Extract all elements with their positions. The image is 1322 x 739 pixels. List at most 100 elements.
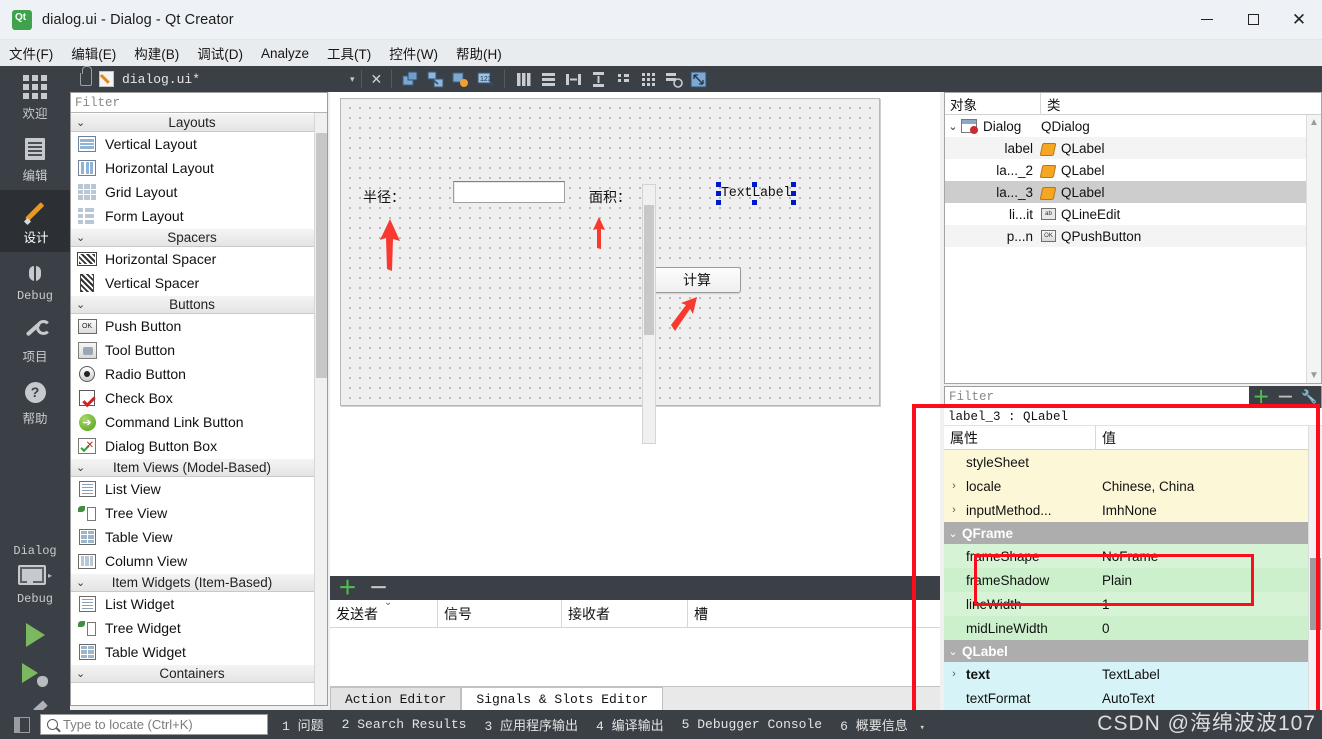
pane-issues[interactable]: 1 问题 xyxy=(282,715,324,734)
property-row-frameshape[interactable]: frameShape NoFrame xyxy=(944,544,1322,568)
property-value[interactable]: ImhNone xyxy=(1096,498,1322,522)
chevron-right-icon[interactable]: › xyxy=(946,480,962,492)
widget-item-tree-widget[interactable]: Tree Widget xyxy=(71,616,327,640)
edit-buddies-icon[interactable] xyxy=(451,70,470,89)
widget-item-form-layout[interactable]: Form Layout xyxy=(71,204,327,228)
object-inspector-scrollbar[interactable]: ▲ ▼ xyxy=(1306,115,1321,383)
widget-item-push-button[interactable]: OK Push Button xyxy=(71,314,327,338)
widget-group-item-widgets[interactable]: ⌄ Item Widgets (Item-Based) xyxy=(71,573,327,592)
object-row-dialog[interactable]: ⌄ Dialog QDialog xyxy=(945,115,1321,137)
property-group-qframe[interactable]: ⌄ QFrame xyxy=(944,522,1322,544)
property-row-stylesheet[interactable]: styleSheet xyxy=(944,450,1322,474)
property-value[interactable]: NoFrame xyxy=(1096,544,1322,568)
edit-widgets-icon[interactable] xyxy=(401,70,420,89)
menu-analyze[interactable]: Analyze xyxy=(252,43,318,64)
selection-handle[interactable] xyxy=(752,182,757,187)
property-row-text[interactable]: › text TextLabel xyxy=(944,662,1322,686)
layout-horizontal-icon[interactable] xyxy=(514,70,533,89)
property-row-textformat[interactable]: textFormat AutoText xyxy=(944,686,1322,710)
property-value[interactable]: TextLabel xyxy=(1096,662,1322,686)
debug-run-button[interactable] xyxy=(0,654,70,694)
widget-group-item-views[interactable]: ⌄ Item Views (Model-Based) xyxy=(71,458,327,477)
plus-icon[interactable]: ＋ xyxy=(1253,389,1270,406)
minus-icon[interactable]: － xyxy=(1277,389,1294,406)
close-file-icon[interactable]: ✕ xyxy=(368,71,386,88)
widget-item-column-view[interactable]: Column View xyxy=(71,549,327,573)
canvas-scroll-thumb[interactable] xyxy=(644,205,654,335)
chevron-down-icon[interactable]: ⌄ xyxy=(944,645,962,658)
widget-item-horizontal-layout[interactable]: Horizontal Layout xyxy=(71,156,327,180)
widget-item-list-widget[interactable]: List Widget xyxy=(71,592,327,616)
mode-debug[interactable]: Debug xyxy=(0,252,70,309)
selection-handle[interactable] xyxy=(716,191,721,196)
widget-group-spacers[interactable]: ⌄ Spacers xyxy=(71,228,327,247)
property-value[interactable]: 0 xyxy=(1096,616,1322,640)
form-label-radius[interactable]: 半径： xyxy=(363,187,405,207)
plus-icon[interactable]: ＋ xyxy=(338,579,357,598)
mode-design[interactable]: 设计 xyxy=(0,190,70,252)
search-input[interactable]: Type to locate (Ctrl+K) xyxy=(40,714,268,735)
column-receiver[interactable]: 接收者 xyxy=(562,599,688,628)
widget-group-containers[interactable]: ⌄ Containers xyxy=(71,664,327,683)
adjust-size-icon[interactable] xyxy=(689,70,708,89)
pane-compile-output[interactable]: 4 编译输出 xyxy=(596,715,664,734)
selection-handle[interactable] xyxy=(752,200,757,205)
scroll-down-icon[interactable]: ▼ xyxy=(1309,368,1319,383)
menu-tools[interactable]: 工具(T) xyxy=(318,40,380,66)
layout-splitter-v-icon[interactable] xyxy=(589,70,608,89)
widget-item-vertical-layout[interactable]: Vertical Layout xyxy=(71,132,327,156)
canvas-vertical-scrollbar[interactable] xyxy=(642,184,656,444)
wrench-icon[interactable]: 🔧 xyxy=(1301,389,1317,405)
widget-item-tree-view[interactable]: Tree View xyxy=(71,501,327,525)
open-file-name[interactable]: dialog.ui* xyxy=(122,72,200,87)
property-row-midlinewidth[interactable]: midLineWidth 0 xyxy=(944,616,1322,640)
column-value[interactable]: 值 xyxy=(1096,428,1116,448)
widget-group-layouts[interactable]: ⌄ Layouts xyxy=(71,113,327,132)
kit-selector[interactable]: Dialog ▸ Debug xyxy=(0,541,70,612)
file-dropdown-caret[interactable]: ▾ xyxy=(350,74,355,85)
minimize-icon[interactable] xyxy=(1184,0,1230,40)
widget-item-radio-button[interactable]: Radio Button xyxy=(71,362,327,386)
column-property[interactable]: 属性 xyxy=(944,426,1096,450)
menu-edit[interactable]: 编辑(E) xyxy=(62,40,125,66)
property-row-frameshadow[interactable]: frameShadow Plain xyxy=(944,568,1322,592)
form-label-area[interactable]: 面积： xyxy=(589,187,631,207)
mode-help[interactable]: ? 帮助 xyxy=(0,371,70,433)
selection-handle[interactable] xyxy=(716,182,721,187)
layout-form-icon[interactable] xyxy=(614,70,633,89)
property-scrollbar[interactable] xyxy=(1308,426,1322,710)
layout-vertical-icon[interactable] xyxy=(539,70,558,89)
property-row-linewidth[interactable]: lineWidth 1 xyxy=(944,592,1322,616)
form-label-result-selected[interactable]: TextLabel xyxy=(716,182,797,205)
property-value[interactable]: AutoText xyxy=(1096,686,1322,710)
column-class[interactable]: 类 xyxy=(1041,93,1061,115)
layout-grid-icon[interactable] xyxy=(639,70,658,89)
menu-file[interactable]: 文件(F) xyxy=(0,40,62,66)
pane-application-output[interactable]: 3 应用程序输出 xyxy=(484,715,578,734)
pane-overview[interactable]: 6 概要信息 ▾ xyxy=(840,715,925,734)
menu-help[interactable]: 帮助(H) xyxy=(447,40,511,66)
selection-handle[interactable] xyxy=(791,191,797,196)
selection-handle[interactable] xyxy=(791,200,797,205)
unlock-icon[interactable] xyxy=(80,65,92,86)
tab-signals-slots-editor[interactable]: Signals & Slots Editor xyxy=(461,687,664,710)
edit-signals-slots-icon[interactable] xyxy=(426,70,445,89)
chevron-right-icon[interactable]: › xyxy=(946,504,962,516)
menu-widgets[interactable]: 控件(W) xyxy=(380,40,447,66)
sidebar-toggle-icon[interactable] xyxy=(14,716,30,733)
widget-box-filter[interactable]: Filter xyxy=(71,93,327,113)
pane-search-results[interactable]: 2 Search Results xyxy=(342,717,467,732)
scroll-up-icon[interactable]: ▲ xyxy=(1309,115,1319,130)
property-filter-input[interactable]: Filter xyxy=(945,387,1249,407)
property-value[interactable]: Chinese, China xyxy=(1096,474,1322,498)
column-object[interactable]: 对象 xyxy=(945,92,1041,115)
property-value[interactable]: 1 xyxy=(1096,592,1322,616)
run-button[interactable] xyxy=(0,612,70,654)
close-icon[interactable]: ✕ xyxy=(1276,0,1322,40)
chevron-down-icon[interactable]: ▾ xyxy=(920,723,925,733)
widget-item-check-box[interactable]: Check Box xyxy=(71,386,327,410)
property-row-locale[interactable]: › locale Chinese, China xyxy=(944,474,1322,498)
minus-icon[interactable]: － xyxy=(369,579,388,598)
widget-item-table-widget[interactable]: Table Widget xyxy=(71,640,327,664)
form-line-edit[interactable] xyxy=(453,181,565,203)
